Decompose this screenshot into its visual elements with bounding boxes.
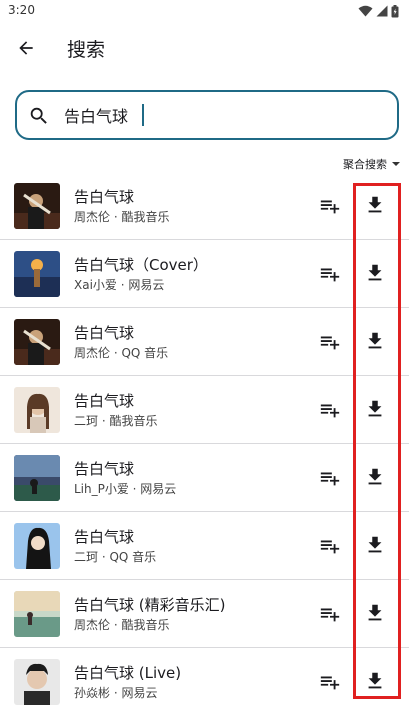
playlist-add-icon	[320, 608, 340, 622]
song-title: 告白气球 (Live)	[74, 664, 182, 682]
song-artist-source: Lih_P小爱 · 网易云	[74, 482, 177, 496]
song-title: 告白气球 (精彩音乐汇)	[74, 596, 226, 614]
aggregate-search-dropdown[interactable]: 聚合搜索	[343, 156, 400, 172]
status-bar: 3:20	[0, 0, 409, 22]
battery-icon	[391, 4, 399, 17]
app-bar: 搜索	[0, 24, 409, 72]
song-title: 告白气球	[74, 392, 135, 410]
list-item[interactable]: 告白气球 二珂 · QQ 音乐	[0, 512, 409, 580]
list-item[interactable]: 告白气球 周杰伦 · 酷我音乐	[0, 172, 409, 240]
album-cover	[14, 387, 60, 433]
list-item[interactable]: 告白气球 (Live) 孙焱彬 · 网易云	[0, 648, 409, 710]
playlist-add-icon	[320, 268, 340, 282]
back-button[interactable]	[10, 32, 42, 64]
album-cover	[14, 659, 60, 705]
add-to-playlist-button[interactable]	[317, 534, 343, 558]
page-title: 搜索	[67, 39, 106, 61]
add-to-playlist-button[interactable]	[317, 602, 343, 626]
song-title: 告白气球	[74, 188, 135, 206]
playlist-add-icon	[320, 404, 340, 418]
status-icons	[358, 4, 399, 18]
add-to-playlist-button[interactable]	[317, 398, 343, 422]
add-to-playlist-button[interactable]	[317, 194, 343, 218]
song-artist-source: 二珂 · QQ 音乐	[74, 550, 157, 564]
list-item[interactable]: 告白气球 二珂 · 酷我音乐	[0, 376, 409, 444]
album-cover	[14, 183, 60, 229]
search-input[interactable]	[64, 101, 364, 129]
album-cover	[14, 523, 60, 569]
add-to-playlist-button[interactable]	[317, 670, 343, 694]
playlist-add-icon	[320, 676, 340, 690]
album-cover	[14, 251, 60, 297]
playlist-add-icon	[320, 336, 340, 350]
list-item[interactable]: 告白气球（Cover） Xai小爱 · 网易云	[0, 240, 409, 308]
status-time: 3:20	[8, 3, 35, 17]
song-artist-source: 周杰伦 · 酷我音乐	[74, 618, 170, 632]
song-title: 告白气球	[74, 528, 135, 546]
album-cover	[14, 455, 60, 501]
album-cover	[14, 591, 60, 637]
song-title: 告白气球	[74, 324, 135, 342]
playlist-add-icon	[320, 472, 340, 486]
song-artist-source: 二珂 · 酷我音乐	[74, 414, 158, 428]
result-list: 告白气球 周杰伦 · 酷我音乐 告白气球（Cover） Xai小爱 · 网易云 …	[0, 172, 409, 710]
add-to-playlist-button[interactable]	[317, 330, 343, 354]
song-artist-source: Xai小爱 · 网易云	[74, 278, 165, 292]
song-artist-source: 孙焱彬 · 网易云	[74, 686, 158, 700]
add-to-playlist-button[interactable]	[317, 262, 343, 286]
playlist-add-icon	[320, 540, 340, 554]
download-column-highlight	[353, 183, 401, 699]
wifi-icon	[358, 5, 373, 17]
text-cursor	[142, 104, 144, 126]
aggregate-search-label: 聚合搜索	[343, 158, 387, 171]
list-item[interactable]: 告白气球 Lih_P小爱 · 网易云	[0, 444, 409, 512]
search-icon	[30, 107, 47, 124]
song-artist-source: 周杰伦 · 酷我音乐	[74, 210, 170, 224]
arrow-left-icon	[19, 41, 33, 55]
signal-icon	[376, 5, 388, 17]
song-title: 告白气球（Cover）	[74, 256, 208, 274]
add-to-playlist-button[interactable]	[317, 466, 343, 490]
search-box[interactable]	[15, 90, 399, 140]
album-cover	[14, 319, 60, 365]
dropdown-arrow-icon	[392, 162, 400, 166]
song-title: 告白气球	[74, 460, 135, 478]
song-artist-source: 周杰伦 · QQ 音乐	[74, 346, 169, 360]
list-item[interactable]: 告白气球 周杰伦 · QQ 音乐	[0, 308, 409, 376]
playlist-add-icon	[320, 200, 340, 214]
list-item[interactable]: 告白气球 (精彩音乐汇) 周杰伦 · 酷我音乐	[0, 580, 409, 648]
